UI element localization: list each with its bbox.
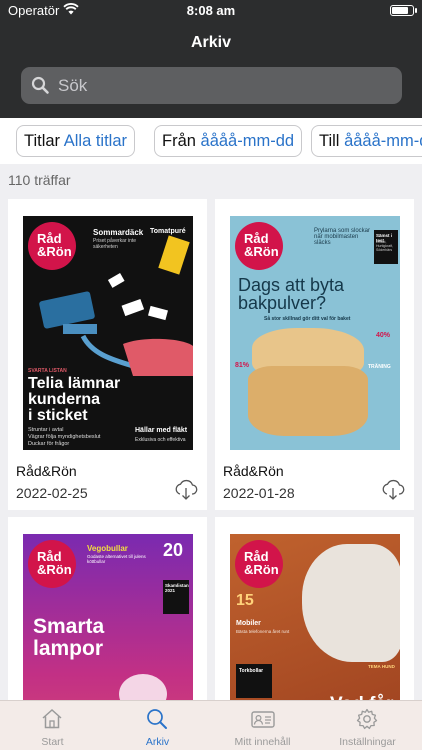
result-count: 110 träffar	[8, 172, 71, 188]
battery-level	[392, 7, 409, 14]
tab-label: Start	[41, 736, 64, 748]
house-icon	[40, 707, 64, 736]
cover-side-label: TRÄNING	[368, 364, 391, 370]
cover-box-title: Torkbollar	[239, 668, 264, 674]
tab-installningar[interactable]: Inställningar	[315, 701, 420, 750]
cover-box: Torkbollar	[236, 664, 272, 698]
cover-teaser-sub: Godaste alternativet till julens köttbul…	[87, 554, 146, 564]
app-header: Operatör 8:08 am Arkiv Sök	[0, 0, 422, 118]
cover-footer-sub: Exklusiva och effektiva	[135, 437, 186, 443]
issue-date: 2022-02-25	[16, 485, 88, 501]
cover-teaser: Mobiler	[236, 620, 261, 627]
filter-titles[interactable]: Titlar Alla titlar	[16, 125, 136, 157]
cover-teaser: Vegobullar	[87, 544, 128, 553]
cover-box-title: Skamlistan 2021	[165, 583, 189, 593]
issue-cover[interactable]: Råd &Rön Sommardäck Priset påverkar inte …	[23, 216, 193, 450]
search-icon	[31, 76, 50, 100]
filter-to-label: Till	[319, 132, 340, 150]
cover-bullet: Vägrar följa myndighetsbeslut	[28, 434, 101, 440]
filter-from-label: Från	[162, 132, 196, 150]
cover-kicker: TEMA HUND	[368, 664, 395, 669]
cover-headline-2: lampor	[33, 637, 104, 660]
issue-title: Råd&Rön	[16, 463, 77, 479]
cloud-download-icon[interactable]	[381, 479, 405, 506]
cover-box: Skamlistan 2021	[163, 580, 189, 614]
search-icon	[145, 707, 169, 736]
issue-date: 2022-01-28	[223, 485, 295, 501]
cover-teaser-2: Tomatpuré	[150, 228, 186, 235]
filter-bar: Titlar Alla titlar Från åååå-mm-dd Till …	[0, 118, 422, 164]
magazine-logo: Råd &Rön	[235, 222, 283, 270]
cover-headline-1: Smarta	[33, 615, 105, 638]
issue-card[interactable]: Råd &Rön Sommardäck Priset påverkar inte …	[8, 199, 207, 510]
cover-percent: 81%	[235, 362, 250, 369]
cover-teaser-sub: Priset påverkar inte säkerheten	[93, 238, 137, 250]
issue-card[interactable]: Råd &Rön Vegobullar Godaste alternativet …	[8, 517, 207, 750]
cover-big-number: 20	[163, 540, 184, 560]
cover-bullet: Duckar för frågor	[28, 441, 70, 447]
filter-to-value: åååå-mm-dd	[344, 132, 422, 150]
cover-teaser: Prylarna som slockar när mobilmasten slä…	[314, 228, 371, 246]
cloud-download-icon[interactable]	[174, 479, 198, 506]
issue-card[interactable]: Råd &Rön Prylarna som slockar när mobilma…	[215, 199, 414, 510]
bread-image	[248, 366, 368, 436]
tab-start[interactable]: Start	[0, 701, 105, 750]
id-card-icon	[250, 707, 276, 736]
filter-from[interactable]: Från åååå-mm-dd	[154, 125, 303, 157]
cover-percent: 40%	[376, 332, 391, 339]
tab-label: Inställningar	[339, 736, 396, 748]
battery-icon	[390, 5, 417, 16]
issue-cover[interactable]: Råd &Rön Prylarna som slockar när mobilma…	[230, 216, 400, 450]
filter-to[interactable]: Till åååå-mm-dd	[311, 125, 422, 157]
cover-headline-1: Telia lämnar	[28, 375, 121, 392]
status-time: 8:08 am	[186, 3, 236, 18]
page-title: Arkiv	[190, 34, 232, 51]
tab-arkiv[interactable]: Arkiv	[105, 701, 210, 750]
cover-footer-title: Hällar med fläkt	[135, 427, 188, 434]
magazine-logo: Råd &Rön	[28, 222, 76, 270]
cover-big-number: 15	[236, 592, 254, 609]
status-bar: Operatör 8:08 am	[0, 0, 422, 22]
search-input[interactable]: Sök	[21, 67, 402, 104]
filter-titles-value: Alla titlar	[63, 132, 128, 150]
cover-box: Sämst i test Elfläkt, Hurtigkraft, Söder…	[374, 230, 398, 264]
cover-headline-2: kunderna	[28, 391, 101, 408]
tab-label: Arkiv	[145, 736, 170, 748]
tab-mitt-innehall[interactable]: Mitt innehåll	[210, 701, 315, 750]
cover-subline: Så stor skillnad gör ditt val för baket	[264, 316, 351, 322]
issue-title: Råd&Rön	[223, 463, 284, 479]
cover-headline-2: bakpulver?	[238, 293, 327, 313]
cover-box-text: Elfläkt, Hurtigkraft, Söderbärs	[376, 240, 394, 252]
tab-bar: Start Arkiv Mitt innehåll Inställningar	[0, 700, 422, 750]
magazine-logo: Råd &Rön	[235, 540, 283, 588]
issue-card[interactable]: Råd &Rön 15 Mobiler Bästa telefonerna åre…	[215, 517, 414, 750]
filter-titles-label: Titlar	[24, 132, 61, 150]
tab-label: Mitt innehåll	[234, 736, 291, 748]
gear-icon	[355, 707, 379, 736]
cover-headline-1: Dags att byta	[238, 275, 345, 295]
cover-teaser: Sommardäck	[93, 228, 144, 237]
search-placeholder: Sök	[58, 76, 88, 95]
cover-kicker: SVARTA LISTAN	[28, 368, 67, 374]
magazine-logo: Råd &Rön	[28, 540, 76, 588]
router-illustration	[39, 273, 193, 376]
cover-teaser-sub: Bästa telefonerna året runt	[236, 629, 290, 634]
filter-from-value: åååå-mm-dd	[200, 132, 295, 150]
cover-bullet: Struntar i avtal	[28, 427, 64, 433]
cover-headline-3: i sticket	[28, 407, 88, 424]
dog-image	[302, 544, 400, 662]
